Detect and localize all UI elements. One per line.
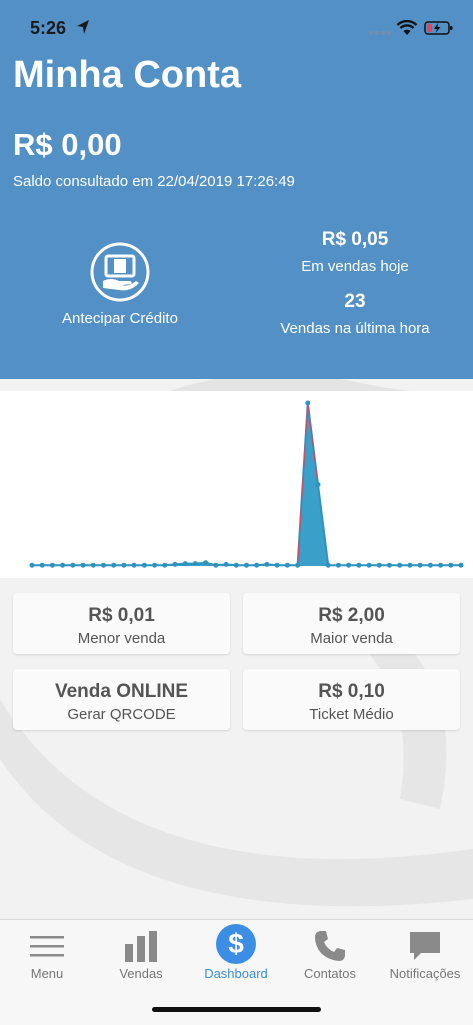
chart-point [121,562,127,568]
lowest-sale-card[interactable]: R$ 0,01 Menor venda [13,593,230,654]
tab-dashboard-label: Dashboard [204,966,268,981]
sales-last-hour-value: 23 [344,291,366,312]
account-header: 5:26 Minha Conta R$ 0,00 Saldo consultad… [0,0,473,379]
chart-point [366,562,372,568]
signal-dots-icon [369,31,391,35]
chart-point [29,562,35,568]
chart-point [356,562,362,568]
lowest-sale-label: Menor venda [77,630,166,647]
tab-notifications-label: Notificações [389,966,461,981]
highest-sale-label: Maior venda [310,630,393,647]
tab-contacts[interactable]: Contatos [283,920,377,992]
status-time: 5:26 [30,18,67,38]
tab-sales[interactable]: Vendas [94,920,188,992]
sales-today: R$ 0,05 Em vendas hoje [265,229,445,275]
home-indicator [152,1007,321,1012]
chart-point [427,562,433,568]
chart-point [60,562,66,568]
status-bar: 5:26 [0,0,473,58]
chart-point [182,561,188,567]
chart-point [274,562,280,568]
chart-point [397,562,403,568]
lowest-sale-value: R$ 0,01 [88,605,155,626]
chart-point [448,562,454,568]
chart-point [49,562,55,568]
chart-point [254,562,260,568]
tab-dashboard[interactable]: $ Dashboard [189,920,283,992]
average-ticket-label: Ticket Médio [309,706,394,723]
chart-point [325,562,331,568]
dollar-icon: $ [216,924,256,964]
chart-point [223,561,229,567]
chart-point [162,562,168,568]
tab-menu[interactable]: Menu [0,920,94,992]
advance-credit-button[interactable]: Antecipar Crédito [40,240,200,336]
sales-last-hour: 23 Vendas na última hora [265,291,445,337]
chart-area-fill [32,403,461,566]
chart-point [264,561,270,567]
balance-value: R$ 0,00 [13,127,122,162]
chart-point [346,562,352,568]
chart-point [376,562,382,568]
chat-bubble-icon [410,932,440,960]
sales-today-label: Em vendas hoje [301,258,409,275]
chart-point [315,482,321,487]
average-ticket-value: R$ 0,10 [318,681,385,702]
chart-point [295,562,301,568]
chart-point [80,562,86,568]
chart-point [39,562,45,568]
chart-point [213,562,219,568]
chart-point [387,562,392,568]
chart-point [172,561,178,567]
chart-point [438,562,444,568]
balance-caption: Saldo consultado em 22/04/2019 17:26:49 [13,173,295,190]
chart-point [101,562,106,568]
chart-point [284,562,290,568]
highest-sale-value: R$ 2,00 [318,605,385,626]
chart-point [152,562,158,568]
chart-point [458,562,464,568]
tab-sales-label: Vendas [119,966,163,981]
chart-point [90,562,96,568]
sales-last-hour-label: Vendas na última hora [280,320,430,337]
hamburger-icon [30,936,64,957]
sales-today-value: R$ 0,05 [321,229,389,250]
chart-series-line [32,402,461,567]
bar-chart-icon [125,931,157,962]
phone-icon [315,931,345,961]
battery-charging-icon [424,21,453,35]
chart-point [131,562,137,568]
money-hand-icon [90,242,150,302]
tab-menu-label: Menu [30,966,64,981]
chart-point [335,562,341,568]
sales-chart [0,391,473,578]
sales-chart-plot [29,400,464,568]
chart-point [70,562,76,568]
chart-point [417,562,423,568]
highest-sale-card[interactable]: R$ 2,00 Maior venda [243,593,460,654]
chart-point [244,562,249,568]
online-sale-label: Gerar QRCODE [67,706,176,723]
svg-text:$: $ [228,928,244,959]
online-sale-value: Venda ONLINE [54,681,189,702]
chart-point [141,562,147,568]
tab-contacts-label: Contatos [303,966,357,981]
chart-point [111,562,117,568]
advance-credit-label: Antecipar Crédito [62,310,178,327]
chart-point [233,562,239,568]
wifi-icon [396,20,418,35]
chart-point [305,400,311,406]
chart-point [192,561,198,567]
online-sale-card[interactable]: Venda ONLINE Gerar QRCODE [13,669,230,730]
tab-notifications[interactable]: Notificações [378,920,472,992]
average-ticket-card[interactable]: R$ 0,10 Ticket Médio [243,669,460,730]
chart-point [203,560,209,566]
chart-point [407,562,413,568]
location-arrow-icon [77,20,89,34]
page-title: Minha Conta [13,54,241,96]
